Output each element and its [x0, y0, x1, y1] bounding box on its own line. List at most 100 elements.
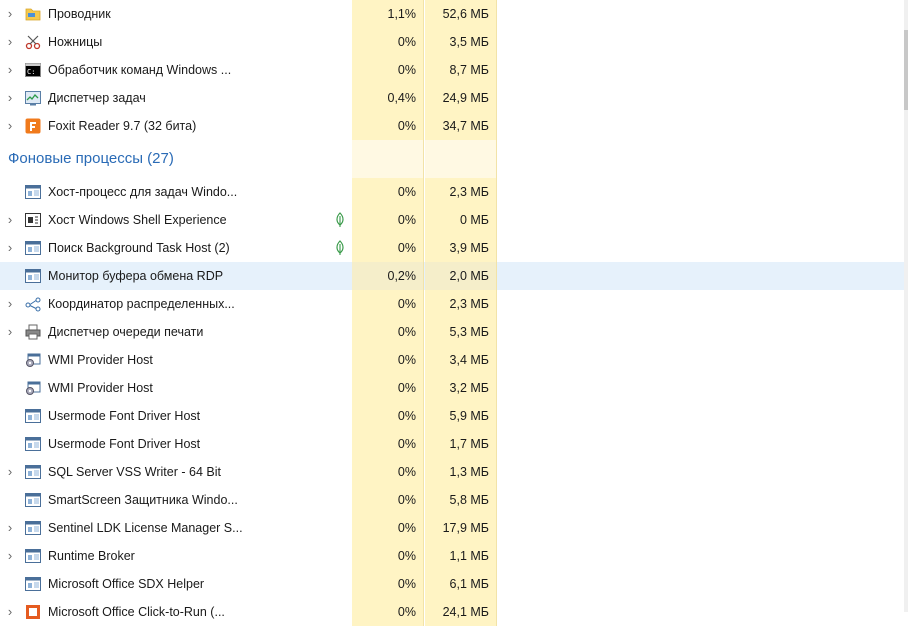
process-name: Sentinel LDK License Manager S...: [48, 521, 243, 535]
process-row[interactable]: › WMI Provider Host 0% 3,2 МБ: [0, 374, 908, 402]
process-name: SQL Server VSS Writer - 64 Bit: [48, 465, 221, 479]
cpu-cell: 0%: [352, 234, 424, 262]
expand-chevron-icon[interactable]: ›: [4, 35, 16, 48]
cpu-cell: 0%: [352, 206, 424, 234]
expand-chevron-icon[interactable]: ›: [4, 521, 16, 534]
expand-chevron-icon[interactable]: ›: [4, 7, 16, 20]
process-row[interactable]: › Usermode Font Driver Host 0% 5,9 МБ: [0, 402, 908, 430]
process-name: Usermode Font Driver Host: [48, 409, 201, 423]
process-row[interactable]: › Foxit Reader 9.7 (32 бита) 0% 34,7 МБ: [0, 112, 908, 140]
vertical-scrollbar[interactable]: [904, 0, 908, 612]
process-row[interactable]: › Runtime Broker 0% 1,1 МБ: [0, 542, 908, 570]
process-row[interactable]: › Хост-процесс для задач Windo... 0% 2,3…: [0, 178, 908, 206]
process-row[interactable]: › SQL Server VSS Writer - 64 Bit 0% 1,3 …: [0, 458, 908, 486]
group-title: Фоновые процессы (27): [8, 150, 174, 167]
memory-cell: 3,2 МБ: [425, 374, 497, 402]
memory-cell: 6,1 МБ: [425, 570, 497, 598]
memory-cell: 3,4 МБ: [425, 346, 497, 374]
process-name: Проводник: [48, 7, 111, 21]
cpu-cell: 0%: [352, 570, 424, 598]
shell-icon: [25, 212, 41, 228]
expand-chevron-icon[interactable]: ›: [4, 241, 16, 254]
memory-cell: 5,8 МБ: [425, 486, 497, 514]
process-name: WMI Provider Host: [48, 353, 153, 367]
process-name: WMI Provider Host: [48, 381, 153, 395]
efficiency-leaf-icon: [334, 212, 346, 228]
process-row[interactable]: › Координатор распределенных... 0% 2,3 М…: [0, 290, 908, 318]
expand-chevron-icon[interactable]: ›: [4, 465, 16, 478]
process-name: Хост-процесс для задач Windo...: [48, 185, 238, 199]
memory-cell: 24,1 МБ: [425, 598, 497, 626]
process-row[interactable]: › Ножницы 0% 3,5 МБ: [0, 28, 908, 56]
cpu-cell: [352, 140, 424, 178]
window-icon: [25, 548, 41, 564]
expand-chevron-icon[interactable]: ›: [4, 549, 16, 562]
process-name: Диспетчер задач: [48, 91, 146, 105]
cpu-cell: 0%: [352, 290, 424, 318]
cpu-cell: 0%: [352, 318, 424, 346]
memory-cell: 24,9 МБ: [425, 84, 497, 112]
process-list: › Проводник 1,1% 52,6 МБ › Ножницы 0% 3,…: [0, 0, 908, 626]
cpu-cell: 0,2%: [352, 262, 424, 290]
process-row[interactable]: › Microsoft Office SDX Helper 0% 6,1 МБ: [0, 570, 908, 598]
memory-cell: 17,9 МБ: [425, 514, 497, 542]
background-processes-group[interactable]: Фоновые процессы (27): [0, 140, 908, 178]
process-row[interactable]: › C: Обработчик команд Windows ... 0% 8,…: [0, 56, 908, 84]
cpu-cell: 0%: [352, 514, 424, 542]
process-name: Foxit Reader 9.7 (32 бита): [48, 119, 197, 133]
cpu-cell: 0%: [352, 346, 424, 374]
process-row[interactable]: › Sentinel LDK License Manager S... 0% 1…: [0, 514, 908, 542]
expand-chevron-icon[interactable]: ›: [4, 605, 16, 618]
expand-chevron-icon[interactable]: ›: [4, 213, 16, 226]
process-name: Runtime Broker: [48, 549, 135, 563]
process-name: Диспетчер очереди печати: [48, 325, 204, 339]
cpu-cell: 0%: [352, 402, 424, 430]
process-name: Хост Windows Shell Experience: [48, 213, 227, 227]
cpu-cell: 0%: [352, 458, 424, 486]
expand-chevron-icon[interactable]: ›: [4, 325, 16, 338]
cpu-cell: 0,4%: [352, 84, 424, 112]
window-icon: [25, 464, 41, 480]
cpu-cell: 0%: [352, 56, 424, 84]
expand-chevron-icon[interactable]: ›: [4, 119, 16, 132]
process-row[interactable]: › SmartScreen Защитника Windo... 0% 5,8 …: [0, 486, 908, 514]
cpu-cell: 0%: [352, 374, 424, 402]
memory-cell: 1,7 МБ: [425, 430, 497, 458]
process-row[interactable]: › Монитор буфера обмена RDP 0,2% 2,0 МБ: [0, 262, 908, 290]
process-row[interactable]: › Проводник 1,1% 52,6 МБ: [0, 0, 908, 28]
expand-chevron-icon[interactable]: ›: [4, 91, 16, 104]
cpu-cell: 0%: [352, 430, 424, 458]
task-manager-icon: [25, 90, 41, 106]
expand-chevron-icon[interactable]: ›: [4, 63, 16, 76]
cpu-cell: 0%: [352, 112, 424, 140]
process-name: Поиск Background Task Host (2): [48, 241, 230, 255]
cpu-cell: 0%: [352, 28, 424, 56]
expand-chevron-icon[interactable]: ›: [4, 297, 16, 310]
cpu-cell: 1,1%: [352, 0, 424, 28]
printer-icon: [25, 324, 41, 340]
wmi-icon: [25, 352, 41, 368]
process-row[interactable]: › Диспетчер задач 0,4% 24,9 МБ: [0, 84, 908, 112]
process-row[interactable]: › Хост Windows Shell Experience 0% 0 МБ: [0, 206, 908, 234]
process-name: SmartScreen Защитника Windo...: [48, 493, 238, 507]
process-row[interactable]: › Usermode Font Driver Host 0% 1,7 МБ: [0, 430, 908, 458]
process-name: Microsoft Office Click-to-Run (...: [48, 605, 225, 619]
process-row[interactable]: › Поиск Background Task Host (2) 0% 3,9 …: [0, 234, 908, 262]
memory-cell: 3,9 МБ: [425, 234, 497, 262]
cpu-cell: 0%: [352, 486, 424, 514]
svg-text:C:: C:: [27, 68, 35, 76]
process-row[interactable]: › Microsoft Office Click-to-Run (... 0% …: [0, 598, 908, 626]
wmi-icon: [25, 380, 41, 396]
window-icon: [25, 492, 41, 508]
memory-cell: 5,9 МБ: [425, 402, 497, 430]
cpu-cell: 0%: [352, 178, 424, 206]
window-icon: [25, 520, 41, 536]
memory-cell: 52,6 МБ: [425, 0, 497, 28]
scissors-icon: [25, 34, 41, 50]
window-icon: [25, 436, 41, 452]
process-row[interactable]: › Диспетчер очереди печати 0% 5,3 МБ: [0, 318, 908, 346]
process-name: Usermode Font Driver Host: [48, 437, 201, 451]
memory-cell: 2,3 МБ: [425, 178, 497, 206]
scrollbar-thumb[interactable]: [904, 30, 908, 110]
process-row[interactable]: › WMI Provider Host 0% 3,4 МБ: [0, 346, 908, 374]
